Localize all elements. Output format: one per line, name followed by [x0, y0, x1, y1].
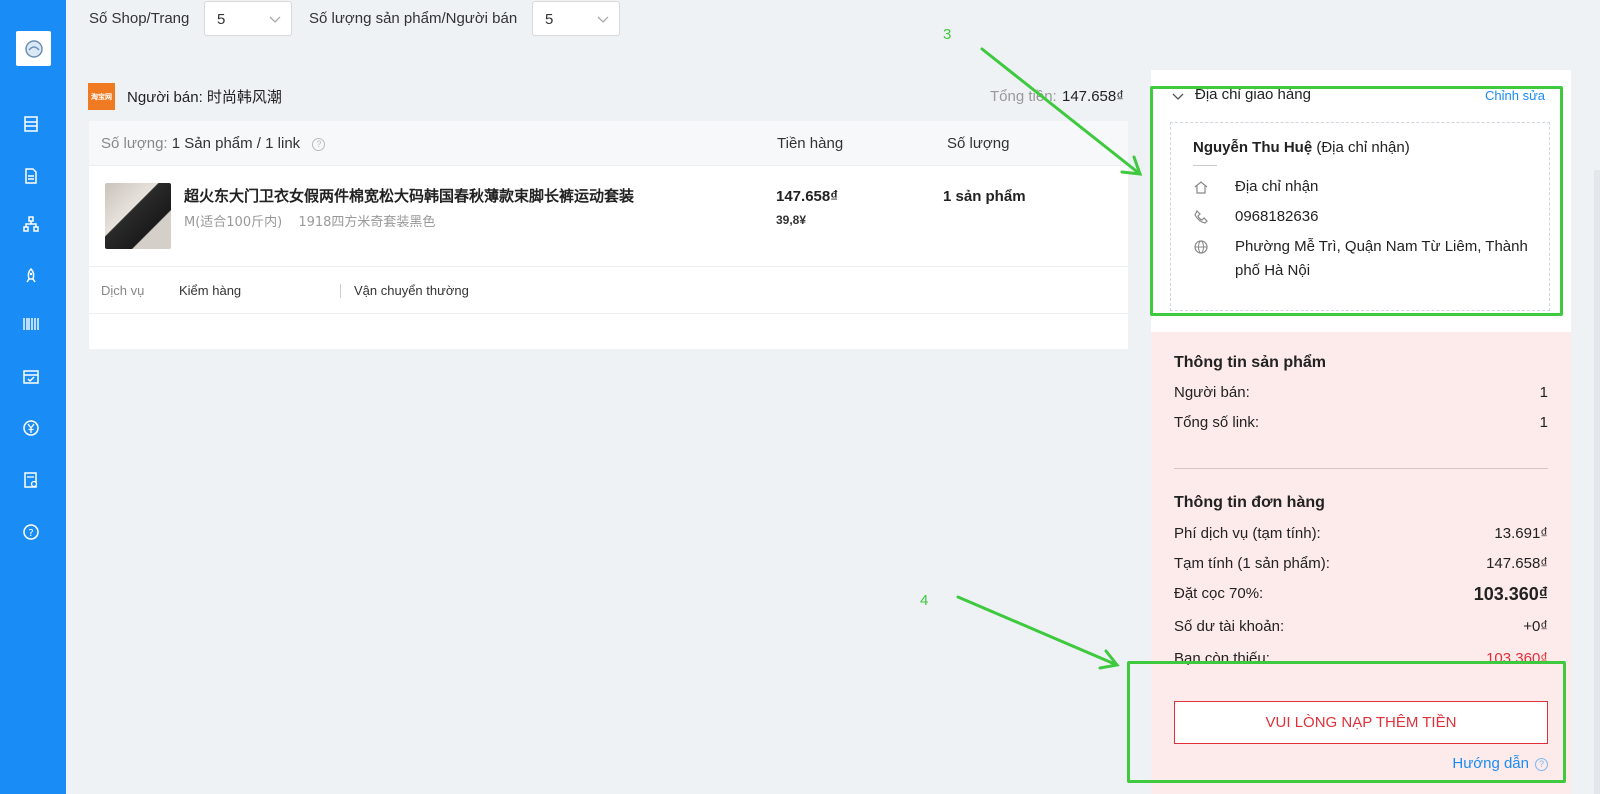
annotation-box-4 — [1127, 661, 1566, 783]
help-icon[interactable]: ? — [312, 138, 326, 151]
service-fee-label: Phí dịch vụ (tạm tính): — [1174, 525, 1321, 542]
column-quantity: Số lượng — [947, 135, 1010, 152]
annotation-label-4: 4 — [920, 592, 929, 609]
variant-size: M(适合100斤内) — [184, 215, 283, 230]
variant-color: 1918四方米奇套装黑色 — [298, 215, 436, 230]
link-count-label: Tổng số link: — [1174, 414, 1260, 431]
service-inspection[interactable]: Kiểm hàng — [179, 283, 241, 298]
barcode-icon[interactable] — [20, 313, 42, 335]
products-per-seller-select[interactable]: 5 — [532, 1, 620, 36]
service-fee-value: 13.691₫ — [1494, 525, 1548, 542]
chevron-down-icon — [269, 16, 281, 23]
product-variant: M(适合100斤内) 1918四方米奇套装黑色 — [184, 211, 447, 230]
seller-count-value: 1 — [1539, 384, 1548, 401]
list-icon[interactable] — [20, 113, 42, 135]
scrollbar[interactable] — [1594, 170, 1600, 794]
products-per-seller-value: 5 — [545, 11, 554, 28]
order-info-title: Thông tin đơn hàng — [1174, 494, 1325, 511]
total-value: 147.658₫ — [1062, 88, 1124, 105]
column-price: Tiền hàng — [777, 135, 844, 152]
subtotal-label: Tạm tính (1 sản phẩm): — [1174, 555, 1330, 572]
product-table: Số lượng: 1 Sản phẩm / 1 link ? Tiền hàn… — [89, 121, 1128, 349]
link-count-value: 1 — [1539, 414, 1548, 431]
hierarchy-icon[interactable] — [20, 213, 42, 235]
product-quantity: 1 sản phẩm — [943, 188, 1026, 205]
shop-per-page-select[interactable]: 5 — [204, 1, 292, 36]
quantity-label: Số lượng: — [101, 135, 168, 152]
receipt-icon[interactable] — [20, 469, 42, 491]
service-label: Dịch vụ — [101, 283, 145, 298]
yen-circle-icon[interactable] — [20, 417, 42, 439]
deposit-label: Đặt cọc 70%: — [1174, 585, 1264, 602]
annotation-arrowhead-4 — [1098, 649, 1120, 670]
svg-text:?: ? — [28, 528, 33, 539]
product-title[interactable]: 超火东大门卫衣女假两件棉宽松大码韩国春秋薄款束脚长裤运动套装 — [184, 185, 634, 206]
quantity-summary: Số lượng: 1 Sản phẩm / 1 link ? — [101, 135, 326, 152]
document-icon[interactable] — [20, 165, 42, 187]
service-shipping[interactable]: Vận chuyển thường — [354, 283, 469, 298]
sidebar: ? — [0, 0, 66, 794]
chevron-down-icon — [597, 16, 609, 23]
help-circle-icon[interactable]: ? — [20, 521, 42, 543]
product-image[interactable] — [105, 183, 171, 249]
app-logo-icon[interactable] — [16, 31, 51, 66]
balance-label: Số dư tài khoản: — [1174, 618, 1285, 635]
service-row: Dịch vụ Kiểm hàng Vận chuyển thường — [89, 266, 1128, 314]
subtotal-value: 147.658₫ — [1486, 555, 1548, 572]
annotation-box-3 — [1150, 86, 1563, 316]
shop-per-page-label: Số Shop/Trang — [89, 10, 190, 27]
seller-count-label: Người bán: — [1174, 384, 1250, 401]
rocket-icon[interactable] — [20, 265, 42, 287]
calendar-check-icon[interactable] — [20, 365, 42, 387]
deposit-value: 103.360₫ — [1473, 584, 1548, 604]
quantity-value: 1 Sản phẩm / 1 link — [171, 135, 301, 152]
product-price: 147.658₫ — [776, 188, 838, 205]
annotation-label-3: 3 — [943, 26, 952, 43]
total-label: Tổng tiền: — [990, 88, 1057, 105]
annotation-arrow-4 — [956, 595, 1119, 667]
product-info-title: Thông tin sản phẩm — [1174, 354, 1326, 371]
table-header: Số lượng: 1 Sản phẩm / 1 link ? Tiền hàn… — [89, 121, 1128, 166]
divider — [1174, 468, 1548, 469]
divider — [340, 284, 341, 298]
seller-logo: 淘宝网 — [88, 83, 115, 110]
product-price-cny: 39,8¥ — [776, 213, 807, 227]
balance-value: +0₫ — [1523, 618, 1548, 635]
seller-name: Người bán: 时尚韩风潮 — [127, 89, 282, 106]
shop-per-page-value: 5 — [217, 11, 226, 28]
products-per-seller-label: Số lượng sản phẩm/Người bán — [309, 10, 518, 27]
